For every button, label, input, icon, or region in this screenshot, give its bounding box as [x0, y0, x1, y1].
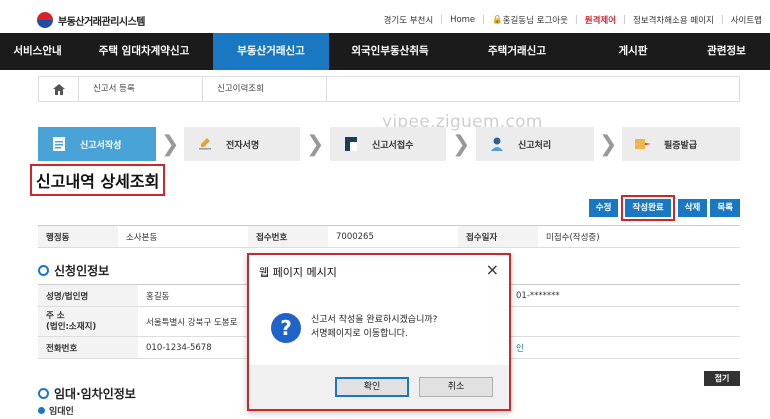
- delete-button[interactable]: 삭제: [677, 199, 708, 217]
- util-accessibility[interactable]: 정보격차해소용 페이지: [633, 14, 714, 26]
- value-district: 소사본동: [118, 225, 248, 248]
- value-address: 서울특별시 강북구 도봉로: [138, 306, 248, 337]
- lock-icon: 🔒: [492, 15, 503, 25]
- process-steps: 신고서작성 ❯ 전자서명 ❯ 신고서접수 ❯ 신고처리 ❯ 필증발급: [38, 127, 740, 161]
- nav-item-housing-report[interactable]: 주택거래신고: [451, 33, 583, 70]
- breadcrumb-item[interactable]: 신고서 등록: [79, 77, 203, 101]
- certificate-icon: [632, 133, 654, 155]
- label-district: 행정동: [38, 225, 118, 248]
- pen-icon: [194, 133, 216, 155]
- section-lease-parties-title: 임대·임차인정보: [54, 387, 136, 401]
- util-remote-control[interactable]: 원격제어: [585, 14, 616, 26]
- dialog-message: 신고서 작성을 완료하시겠습니까? 서명페이지로 이동합니다.: [311, 313, 437, 341]
- chevron-right-icon: ❯: [452, 132, 471, 157]
- circle-bullet-icon: [38, 265, 49, 276]
- chevron-right-icon: ❯: [306, 132, 325, 157]
- edit-button[interactable]: 수정: [588, 199, 619, 217]
- section-applicant-title: 신청인정보: [54, 264, 110, 278]
- emblem-icon: [37, 12, 53, 28]
- dialog-line-1: 신고서 작성을 완료하시겠습니까?: [311, 315, 438, 325]
- list-button[interactable]: 목록: [710, 199, 740, 217]
- dialog-title: 웹 페이지 메시지: [259, 266, 337, 279]
- nav-item-foreign-acquisition[interactable]: 외국인부동산취득: [329, 33, 451, 70]
- util-region[interactable]: 경기도 부천시: [384, 14, 434, 26]
- util-logout[interactable]: 홍길동님 로그아웃: [503, 14, 568, 26]
- site-name: 부동산거래관리시스템: [58, 16, 146, 28]
- folder-icon: [340, 133, 362, 155]
- nav-item-service[interactable]: 서비스안내: [0, 33, 75, 70]
- step-certificate: 필증발급: [622, 127, 740, 161]
- step-submit: 신고서접수: [330, 127, 446, 161]
- label-phone: 전화번호: [38, 336, 138, 359]
- util-home[interactable]: Home: [450, 15, 475, 25]
- section-applicant: 신청인정보: [38, 262, 109, 279]
- confirm-dialog: 웹 페이지 메시지 × ? 신고서 작성을 완료하시겠습니까? 서명페이지로 이…: [247, 253, 511, 411]
- section-lease-parties: 임대·임차인정보: [38, 385, 136, 402]
- page-title: 신고내역 상세조회: [30, 164, 166, 196]
- summary-table: 행정동 소사본동 접수번호 7000265 접수일자 미접수(작성중): [38, 225, 740, 248]
- chevron-right-icon: ❯: [161, 132, 180, 157]
- circle-bullet-icon: [38, 388, 49, 399]
- value-trailing-link: 인: [508, 336, 740, 359]
- value-receipt-date: 미접수(작성중): [538, 225, 740, 248]
- value-id-number: 01-*******: [508, 284, 740, 307]
- utility-links: 경기도 부천시 | Home | 🔒 홍길동님 로그아웃 | 원격제어 | 정보…: [383, 14, 762, 26]
- nav-item-related-info[interactable]: 관련정보: [683, 33, 770, 70]
- complete-button[interactable]: 작성완료: [621, 195, 675, 221]
- site-logo[interactable]: 부동산거래관리시스템: [37, 12, 146, 28]
- close-icon[interactable]: ×: [486, 260, 499, 279]
- breadcrumb: 신고서 등록 신고이력조회: [38, 76, 740, 102]
- util-sitemap[interactable]: 사이트맵: [731, 14, 762, 26]
- person-icon: [486, 133, 508, 155]
- step-sign: 전자서명: [184, 127, 300, 161]
- home-icon[interactable]: [39, 77, 79, 101]
- ok-button[interactable]: 확인: [335, 377, 409, 397]
- cancel-button[interactable]: 취소: [419, 377, 493, 397]
- chevron-right-icon: ❯: [599, 132, 618, 157]
- question-icon: ?: [271, 313, 301, 343]
- nav-item-board[interactable]: 게시판: [583, 33, 683, 70]
- label-receipt-date: 접수일자: [458, 225, 538, 248]
- value-receipt-number: 7000265: [328, 225, 458, 248]
- lessor-subheading: 임대인: [38, 404, 74, 417]
- nav-item-realestate-report[interactable]: 부동산거래신고: [213, 33, 329, 70]
- fold-button[interactable]: 접기: [704, 371, 740, 386]
- label-address: 주 소 (법인:소재지): [38, 306, 138, 337]
- label-receipt-number: 접수번호: [248, 225, 328, 248]
- action-buttons: 수정 작성완료 삭제 목록: [588, 195, 740, 221]
- breadcrumb-item[interactable]: 신고이력조회: [203, 77, 327, 101]
- value-phone: 010-1234-5678: [138, 336, 248, 359]
- label-name: 성명/법인명: [38, 284, 138, 307]
- dot-bullet-icon: [38, 407, 45, 414]
- value-name: 홍길동: [138, 284, 248, 307]
- dialog-line-2: 서명페이지로 이동합니다.: [311, 329, 408, 339]
- step-write: 신고서작성: [38, 127, 156, 161]
- dialog-footer: 확인 취소: [249, 365, 509, 409]
- nav-item-lease-report[interactable]: 주택 임대차계약신고: [75, 33, 213, 70]
- document-icon: [48, 133, 70, 155]
- main-nav: 서비스안내 주택 임대차계약신고 부동산거래신고 외국인부동산취득 주택거래신고…: [0, 33, 770, 70]
- step-process: 신고처리: [476, 127, 594, 161]
